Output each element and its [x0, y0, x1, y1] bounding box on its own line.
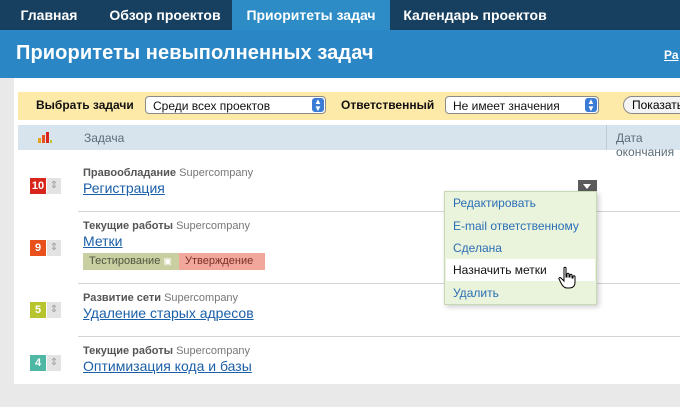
menu-item-email-responsible[interactable]: E-mail ответственному — [453, 219, 579, 233]
priority-badge: 9 — [30, 240, 46, 256]
task-link[interactable]: Оптимизация кода и базы — [83, 358, 252, 374]
priority-stepper-icon[interactable]: ⇕ — [47, 355, 61, 371]
project-name: Развитие сети — [83, 292, 161, 304]
project-name: Текущие работы — [83, 220, 173, 232]
project-name: Текущие работы — [83, 345, 173, 357]
chevron-down-icon — [583, 184, 591, 189]
project-line: Текущие работы Supercompany — [83, 345, 250, 357]
tag-label: Утверждение — [185, 255, 254, 267]
choose-tasks-select[interactable]: Среди всех проектов ▲ ▼ — [145, 96, 326, 114]
table-row: 4 ⇕ Текущие работы Supercompany Оптимиза… — [18, 337, 680, 384]
priority-badge: 4 — [30, 355, 46, 371]
tag-testing[interactable]: Тестирование ▣ — [83, 253, 187, 270]
project-line: Правообладание Supercompany — [83, 167, 253, 179]
tab-projects-overview[interactable]: Обзор проектов — [98, 0, 232, 30]
column-separator — [606, 125, 607, 150]
priority-badge: 5 — [30, 302, 46, 318]
task-link[interactable]: Регистрация — [83, 180, 165, 196]
priority-stepper-icon[interactable]: ⇕ — [47, 178, 61, 194]
company-name: Supercompany — [176, 220, 251, 232]
project-line: Текущие работы Supercompany — [83, 220, 250, 232]
task-link[interactable]: Метки — [83, 233, 123, 249]
priority-stepper-icon[interactable]: ⇕ — [47, 302, 61, 318]
company-name: Supercompany — [176, 345, 251, 357]
company-name: Supercompany — [164, 292, 239, 304]
project-name: Правообладание — [83, 167, 177, 179]
choose-tasks-label: Выбрать задачи — [36, 98, 134, 112]
priority-badge: 10 — [30, 178, 46, 194]
panel-bottom-edge — [14, 384, 680, 392]
table-header: Задача Дата окончания — [18, 125, 680, 159]
company-name: Supercompany — [179, 167, 254, 179]
responsible-select[interactable]: Не имеет значения ▲ ▼ — [445, 96, 599, 114]
tag-label: Тестирование — [89, 255, 161, 267]
project-line: Развитие сети Supercompany — [83, 292, 238, 304]
menu-item-delete[interactable]: Удалить — [453, 286, 499, 300]
responsible-value: Не имеет значения — [453, 99, 560, 113]
page-header: Приоритеты невыполненных задач Ра — [0, 30, 680, 78]
responsible-label: Ответственный — [341, 98, 435, 112]
column-task-header[interactable]: Задача — [84, 131, 124, 145]
priority-stepper-icon[interactable]: ⇕ — [47, 240, 61, 256]
select-arrows-icon: ▲ ▼ — [312, 98, 324, 113]
select-arrows-icon: ▲ ▼ — [585, 98, 597, 113]
page-title: Приоритеты невыполненных задач — [16, 42, 374, 64]
choose-tasks-value: Среди всех проектов — [153, 99, 271, 113]
header-side-link[interactable]: Ра — [664, 48, 679, 62]
lock-icon: ▣ — [163, 256, 172, 266]
tag-approval[interactable]: Утверждение ▣ — [179, 253, 265, 283]
tab-task-priorities[interactable]: Приоритеты задач — [232, 0, 390, 30]
priority-bars-icon[interactable] — [38, 130, 52, 143]
lock-icon: ▣ — [185, 273, 194, 283]
menu-item-done[interactable]: Сделана — [453, 241, 502, 255]
top-navigation: Главная Обзор проектов Приоритеты задач … — [0, 0, 680, 30]
tab-projects-calendar[interactable]: Календарь проектов — [390, 0, 560, 30]
task-link[interactable]: Удаление старых адресов — [83, 305, 254, 321]
menu-item-edit[interactable]: Редактировать — [453, 196, 536, 210]
filter-bar: Выбрать задачи Среди всех проектов ▲ ▼ От… — [18, 92, 680, 120]
show-button[interactable]: Показать — [623, 96, 680, 114]
hand-cursor-icon — [558, 266, 576, 289]
tab-home[interactable]: Главная — [0, 0, 98, 30]
